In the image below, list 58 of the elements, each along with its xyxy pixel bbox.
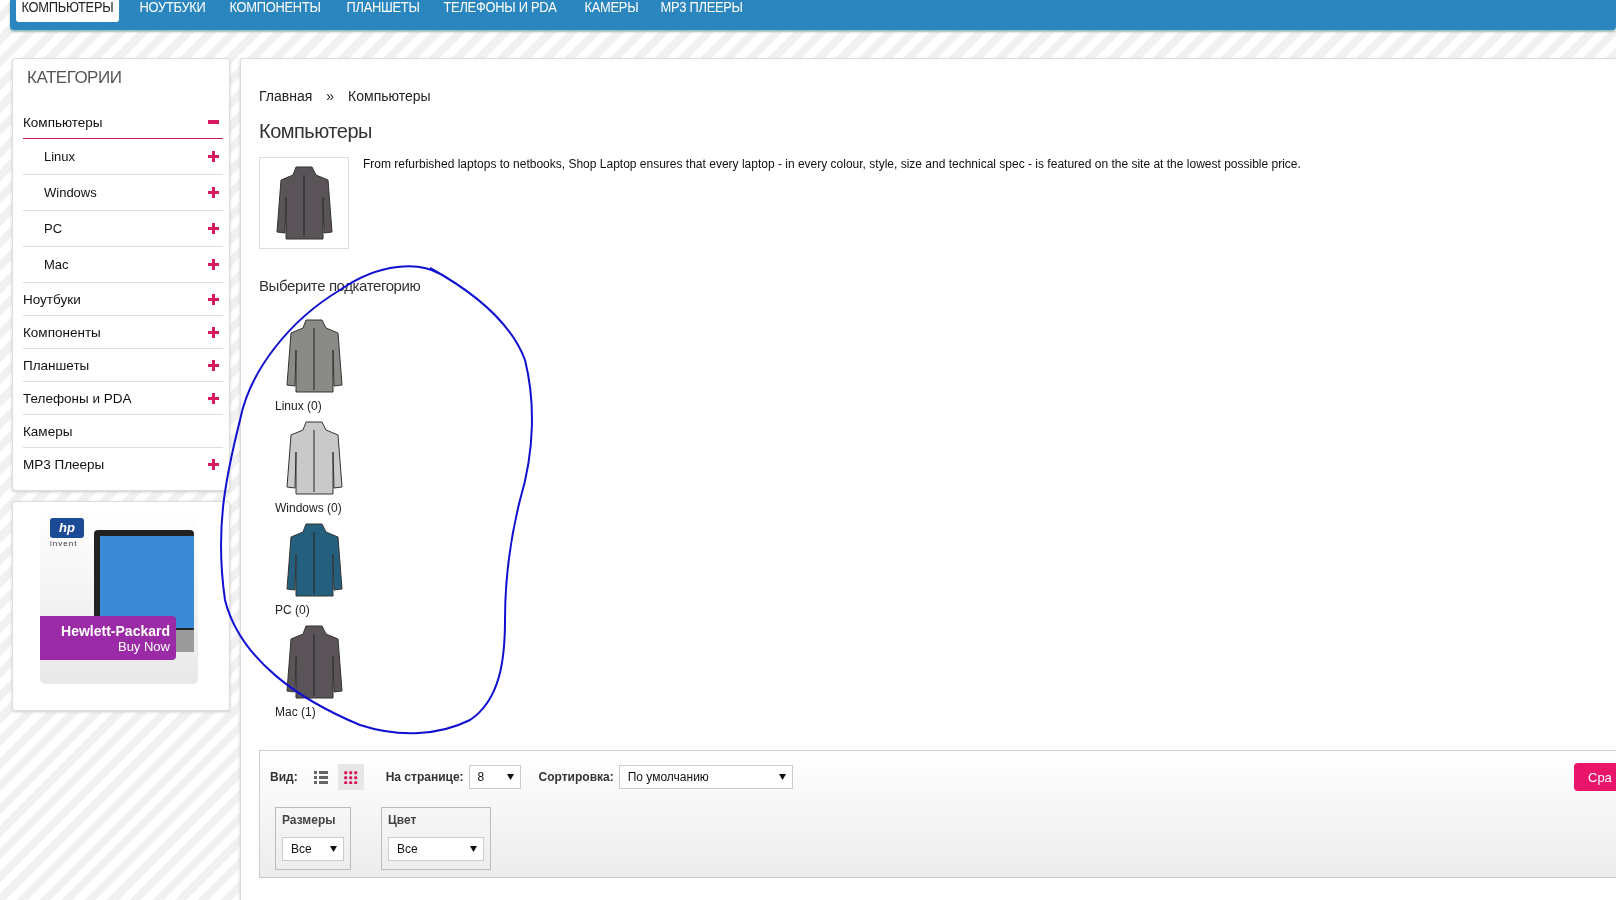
per-page-select[interactable]: 8 xyxy=(468,765,521,789)
list-icon xyxy=(313,770,328,784)
plus-icon[interactable] xyxy=(208,392,219,404)
breadcrumb-link[interactable]: Главная xyxy=(259,88,313,104)
category-description: From refurbished laptops to netbooks, Shop Laptop ensures that every laptop - in every colour, style, size and technical spec - is featured on the site at the lowest possible price. xyxy=(363,157,1301,171)
plus-icon[interactable] xyxy=(208,187,219,198)
category-link[interactable]: Камеры xyxy=(23,423,73,439)
breadcrumb-link[interactable]: Компьютеры xyxy=(348,88,431,104)
subcategory-link[interactable]: Windows xyxy=(44,185,97,200)
caret-icon xyxy=(778,774,786,780)
breadcrumb-separator: » xyxy=(326,88,335,104)
ad-call-to-action: Buy Now xyxy=(117,638,170,654)
compare-button[interactable]: Сра xyxy=(1574,763,1616,791)
subcategory-link[interactable]: Linux xyxy=(44,149,76,164)
sort-select[interactable]: По умолчанию xyxy=(618,765,793,789)
category-link[interactable]: Ноутбуки xyxy=(23,291,81,307)
nav-tab[interactable]: НОУТБУКИ xyxy=(133,0,211,22)
category-link[interactable]: Компоненты xyxy=(23,324,101,340)
view-label: Вид: xyxy=(270,770,298,784)
category-link[interactable]: MP3 Плееры xyxy=(23,456,105,472)
subcategory-link[interactable]: Mac (1) xyxy=(275,705,1616,719)
category-link[interactable]: Компьютеры xyxy=(23,114,103,130)
plus-icon[interactable] xyxy=(208,223,219,234)
nav-tab[interactable]: КОМПЬЮТЕРЫ xyxy=(16,0,119,22)
ad-title: Hewlett-Packard xyxy=(61,622,170,639)
subcategory-link[interactable]: Linux (0) xyxy=(275,399,1616,413)
plus-icon[interactable] xyxy=(208,293,219,305)
per-page-label: На странице: xyxy=(385,770,464,784)
plus-icon[interactable] xyxy=(208,359,219,371)
caret-icon xyxy=(506,774,514,780)
category-link[interactable]: Телефоны и PDA xyxy=(23,390,132,406)
subcategory-link[interactable]: PC xyxy=(44,221,63,236)
nav-tab[interactable]: КОМПОНЕНТЫ xyxy=(223,0,326,22)
plus-icon[interactable] xyxy=(208,259,219,270)
sort-label: Сортировка: xyxy=(538,770,614,784)
logo-tagline: invent xyxy=(50,539,78,548)
category-link[interactable]: Планшеты xyxy=(23,357,90,373)
category-title: Компьютеры xyxy=(259,120,373,143)
filter-label: Цвет xyxy=(388,813,418,827)
filter-label: Размеры xyxy=(282,813,337,827)
filter-select[interactable]: Все xyxy=(388,837,484,861)
subcategory-link[interactable]: Windows (0) xyxy=(275,501,1616,515)
subcategory-link[interactable]: PC (0) xyxy=(275,603,1616,617)
nav-tab[interactable]: ПЛАНШЕТЫ xyxy=(340,0,425,22)
filter-select[interactable]: Все xyxy=(282,837,344,861)
subcategory-link[interactable]: Mac xyxy=(44,257,69,272)
nav-tab[interactable]: КАМЕРЫ xyxy=(578,0,644,22)
grid-view-button[interactable] xyxy=(337,764,364,790)
caret-icon xyxy=(470,846,477,852)
nav-tab[interactable]: ТЕЛЕФОНЫ И PDA xyxy=(437,0,563,22)
caret-icon xyxy=(330,846,337,852)
categories-heading: КАТЕГОРИИ xyxy=(26,67,123,89)
brand-logo: hp xyxy=(50,518,84,538)
plus-icon[interactable] xyxy=(208,458,219,470)
grid-icon xyxy=(343,770,358,784)
plus-icon[interactable] xyxy=(208,151,219,162)
nav-tab[interactable]: MP3 ПЛЕЕРЫ xyxy=(655,0,749,22)
plus-icon[interactable] xyxy=(208,326,219,338)
